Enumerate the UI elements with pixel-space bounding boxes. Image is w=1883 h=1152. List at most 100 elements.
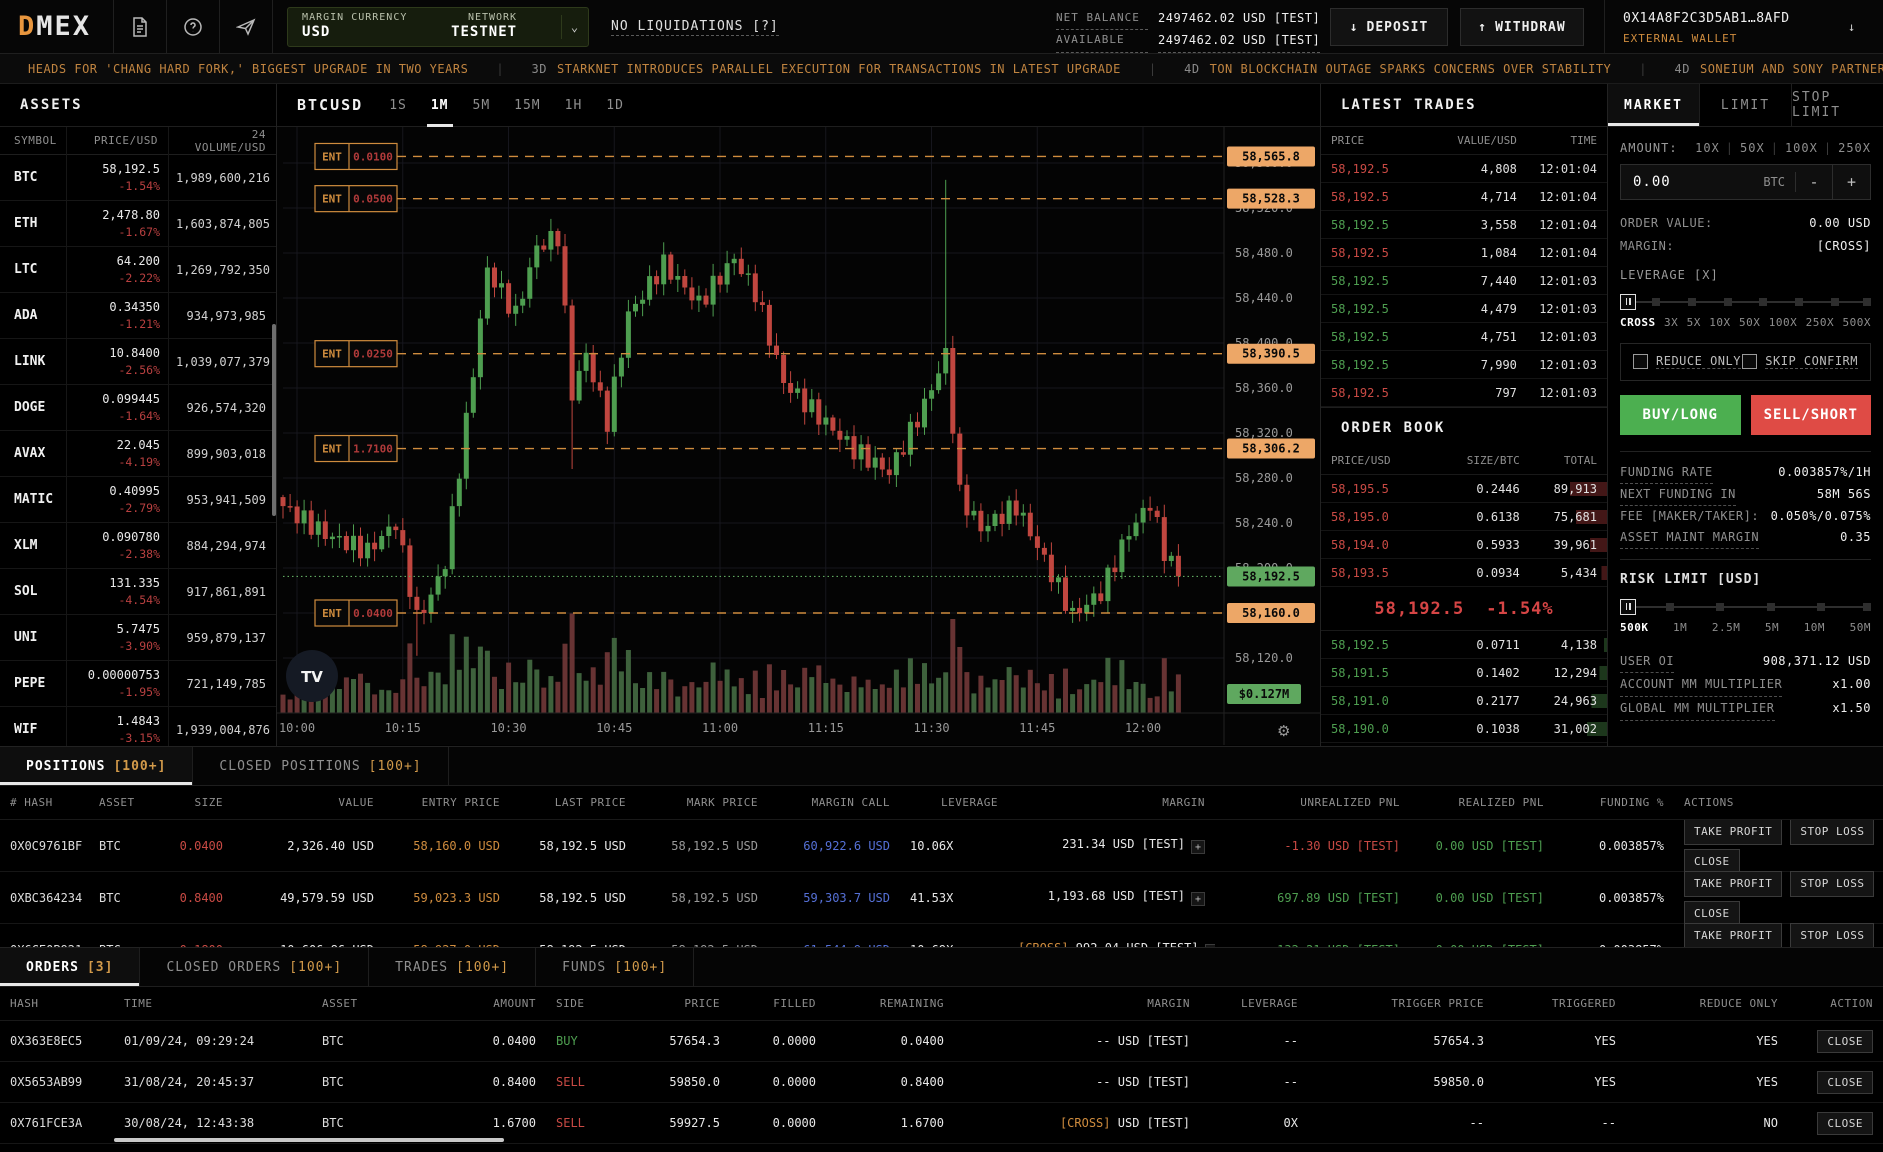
quick-amount-10x[interactable]: 10X	[1695, 141, 1720, 155]
close-order-button[interactable]: CLOSE	[1817, 1112, 1873, 1135]
leverage-mark-10x[interactable]: 10X	[1709, 316, 1730, 329]
orderbook-ask-row[interactable]: 58,195.0 0.6138 75,681	[1321, 503, 1607, 531]
leverage-slider-handle[interactable]	[1620, 294, 1636, 310]
asset-row-ada[interactable]: ADA 0.34350-1.21% 934,973,985	[0, 293, 276, 339]
slider-stop[interactable]	[1817, 603, 1825, 611]
slider-stop[interactable]	[1795, 298, 1803, 306]
asset-row-wif[interactable]: WIF 1.4843-3.15% 1,939,004,876	[0, 707, 276, 746]
orderbook-bid-row[interactable]: 58,192.5 0.0711 4,138	[1321, 631, 1607, 659]
slider-stop[interactable]	[1652, 298, 1660, 306]
take-profit-button[interactable]: TAKE PROFIT	[1684, 871, 1782, 896]
slider-stop[interactable]	[1863, 603, 1871, 611]
order-type-tab-stop-limit[interactable]: STOP LIMIT	[1792, 84, 1883, 126]
leverage-slider[interactable]	[1620, 294, 1871, 310]
slider-stop[interactable]	[1759, 298, 1767, 306]
orderbook-bid-row[interactable]: 58,191.0 0.2177 24,963	[1321, 687, 1607, 715]
asset-row-xlm[interactable]: XLM 0.090780-2.38% 884,294,974	[0, 523, 276, 569]
timeframe-15m[interactable]: 15M	[514, 84, 540, 127]
tab-closed-orders[interactable]: CLOSED ORDERS [100+]	[140, 948, 369, 986]
slider-stop[interactable]	[1666, 603, 1674, 611]
orderbook-ask-row[interactable]: 58,194.0 0.5933 39,961	[1321, 531, 1607, 559]
risk-limit-slider-handle[interactable]	[1620, 599, 1636, 615]
timeframe-5m[interactable]: 5M	[473, 84, 491, 127]
stop-loss-button[interactable]: STOP LOSS	[1790, 820, 1874, 845]
leverage-mark-50x[interactable]: 50X	[1739, 316, 1760, 329]
slider-stop[interactable]	[1863, 298, 1871, 306]
leverage-mark-250x[interactable]: 250X	[1806, 316, 1835, 329]
leverage-mark-100x[interactable]: 100X	[1769, 316, 1798, 329]
deposit-button[interactable]: ↓DEPOSIT	[1330, 8, 1448, 46]
asset-row-sol[interactable]: SOL 131.335-4.54% 917,861,891	[0, 569, 276, 615]
tab-positions[interactable]: POSITIONS [100+]	[0, 747, 193, 785]
leverage-mark-cross[interactable]: CROSS	[1620, 316, 1656, 329]
slider-stop[interactable]	[1724, 298, 1732, 306]
horizontal-scrollbar[interactable]	[114, 1138, 504, 1142]
asset-row-eth[interactable]: ETH 2,478.80-1.67% 1,603,874,805	[0, 201, 276, 247]
asset-row-uni[interactable]: UNI 5.7475-3.90% 959,879,137	[0, 615, 276, 661]
skip-confirm-checkbox[interactable]: SKIP CONFIRM	[1742, 354, 1858, 369]
slider-stop[interactable]	[1716, 603, 1724, 611]
order-type-tab-limit[interactable]: LIMIT	[1700, 84, 1792, 126]
close-order-button[interactable]: CLOSE	[1817, 1071, 1873, 1094]
margin-currency-network-selector[interactable]: MARGIN CURRENCY USD NETWORK TESTNET ⌄	[287, 7, 589, 47]
wallet-info[interactable]: 0X14A8F2C3D5AB1…8AFD EXTERNAL WALLET	[1623, 9, 1790, 47]
timeframe-1d[interactable]: 1D	[606, 84, 624, 127]
asset-row-ltc[interactable]: LTC 64.200-2.22% 1,269,792,350	[0, 247, 276, 293]
asset-row-doge[interactable]: DOGE 0.099445-1.64% 926,574,320	[0, 385, 276, 431]
send-icon[interactable]	[220, 0, 272, 54]
stop-loss-button[interactable]: STOP LOSS	[1790, 871, 1874, 896]
risk-mark-50m[interactable]: 50M	[1850, 621, 1871, 634]
quick-amount-50x[interactable]: 50X	[1740, 141, 1765, 155]
slider-stop[interactable]	[1831, 298, 1839, 306]
timeframe-1s[interactable]: 1S	[389, 84, 407, 127]
sell-short-button[interactable]: SELL/SHORT	[1751, 395, 1872, 435]
no-liquidations-link[interactable]: NO LIQUIDATIONS [?]	[611, 19, 779, 34]
order-type-tab-market[interactable]: MARKET	[1608, 84, 1700, 126]
risk-limit-slider[interactable]	[1620, 599, 1871, 615]
tab-orders[interactable]: ORDERS [3]	[0, 948, 140, 986]
quick-amount-100x[interactable]: 100X	[1785, 141, 1818, 155]
add-margin-button[interactable]: +	[1191, 840, 1205, 854]
asset-row-pepe[interactable]: PEPE 0.00000753-1.95% 721,149,785	[0, 661, 276, 707]
orderbook-ask-row[interactable]: 58,193.5 0.0934 5,434	[1321, 559, 1607, 587]
slider-stop[interactable]	[1767, 603, 1775, 611]
leverage-mark-5x[interactable]: 5X	[1687, 316, 1701, 329]
timeframe-1m[interactable]: 1M	[431, 84, 449, 127]
leverage-mark-3x[interactable]: 3X	[1664, 316, 1678, 329]
close-order-button[interactable]: CLOSE	[1817, 1030, 1873, 1053]
timeframe-1h[interactable]: 1H	[565, 84, 583, 127]
tab-closed-positions[interactable]: CLOSED POSITIONS [100+]	[193, 747, 448, 785]
orderbook-ask-row[interactable]: 58,195.5 0.2446 89,913	[1321, 475, 1607, 503]
take-profit-button[interactable]: TAKE PROFIT	[1684, 820, 1782, 845]
asset-row-avax[interactable]: AVAX 22.045-4.19% 899,903,018	[0, 431, 276, 477]
slider-stop[interactable]	[1688, 298, 1696, 306]
quick-amount-250x[interactable]: 250X	[1838, 141, 1871, 155]
docs-icon[interactable]	[114, 0, 166, 54]
price-chart[interactable]: 10:0010:1510:3010:4511:0011:1511:3011:45…	[277, 127, 1320, 745]
tab-funds[interactable]: FUNDS [100+]	[536, 948, 694, 986]
risk-mark-1m[interactable]: 1M	[1673, 621, 1687, 634]
risk-mark-10m[interactable]: 10M	[1804, 621, 1825, 634]
tab-trades[interactable]: TRADES [100+]	[369, 948, 536, 986]
add-margin-button[interactable]: +	[1191, 892, 1205, 906]
amount-input[interactable]: 0.00 BTC - +	[1620, 164, 1871, 200]
amount-value[interactable]: 0.00	[1621, 174, 1763, 190]
risk-mark-5m[interactable]: 5M	[1765, 621, 1779, 634]
risk-mark-2.5m[interactable]: 2.5M	[1712, 621, 1741, 634]
risk-mark-500k[interactable]: 500K	[1620, 621, 1649, 634]
withdraw-button[interactable]: ↑WITHDRAW	[1460, 8, 1584, 46]
asset-row-link[interactable]: LINK 10.8400-2.56% 1,039,077,379	[0, 339, 276, 385]
asset-row-matic[interactable]: MATIC 0.40995-2.79% 953,941,509	[0, 477, 276, 523]
reduce-only-checkbox[interactable]: REDUCE ONLY	[1633, 354, 1741, 369]
news-headline[interactable]: 3DSTARKNET INTRODUCES PARALLEL EXECUTION…	[504, 62, 1149, 76]
news-headline[interactable]: 4DTON BLOCKCHAIN OUTAGE SPARKS CONCERNS …	[1156, 62, 1639, 76]
buy-long-button[interactable]: BUY/LONG	[1620, 395, 1741, 435]
orderbook-bid-row[interactable]: 58,191.5 0.1402 12,294	[1321, 659, 1607, 687]
amount-increment-button[interactable]: +	[1833, 165, 1870, 199]
news-headline[interactable]: 4DSONEIUM AND SONY PARTNER TO BRING B	[1647, 62, 1883, 76]
take-profit-button[interactable]: TAKE PROFIT	[1684, 923, 1782, 947]
leverage-mark-500x[interactable]: 500X	[1843, 316, 1872, 329]
chevron-down-icon[interactable]: ↓	[1848, 20, 1855, 34]
stop-loss-button[interactable]: STOP LOSS	[1790, 923, 1874, 947]
asset-row-btc[interactable]: BTC 58,192.5-1.54% 1,989,600,216	[0, 155, 276, 201]
